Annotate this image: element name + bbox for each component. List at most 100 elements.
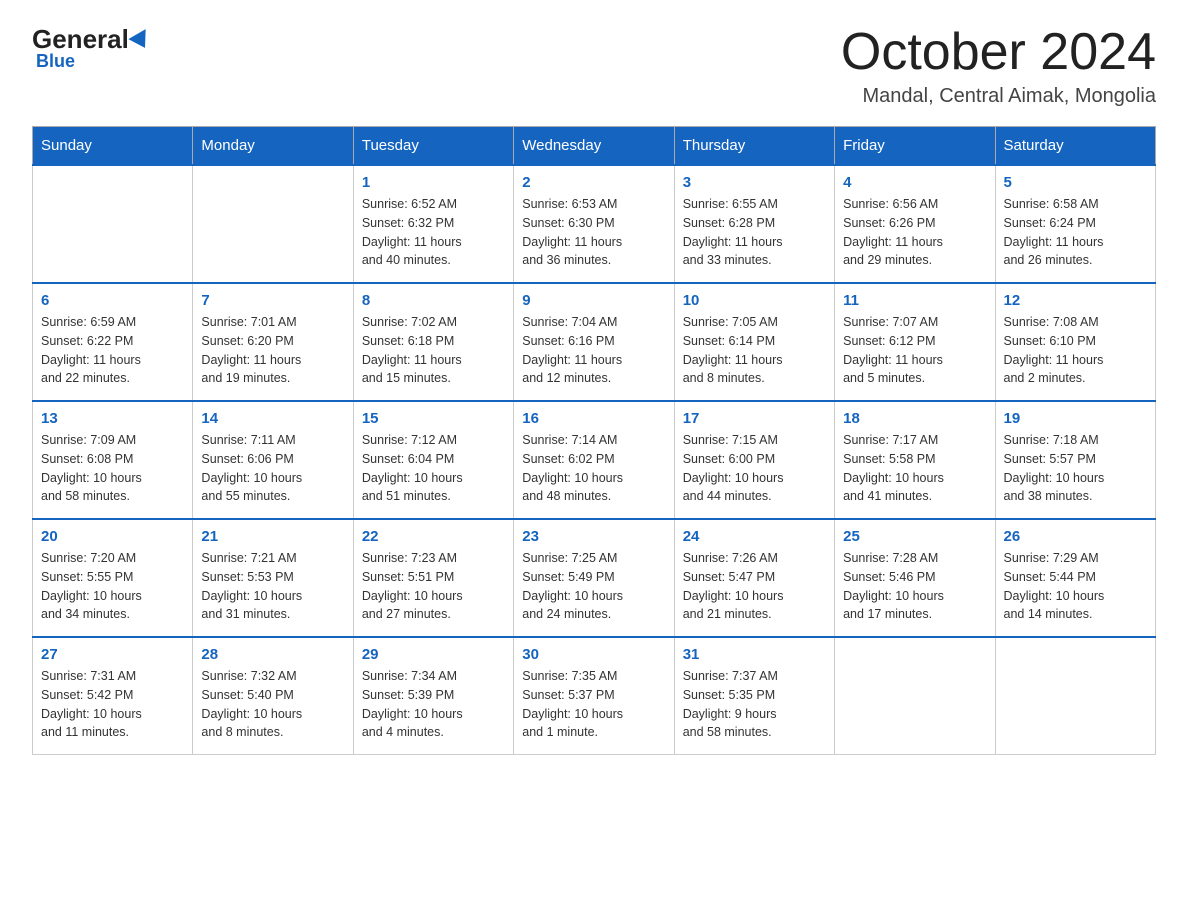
location-title: Mandal, Central Aimak, Mongolia — [841, 85, 1156, 108]
day-info: Sunrise: 7:32 AM Sunset: 5:40 PM Dayligh… — [201, 667, 344, 742]
day-number: 24 — [683, 528, 826, 545]
calendar-cell: 7 Sunrise: 7:01 AM Sunset: 6:20 PM Daylig… — [193, 283, 353, 401]
day-info: Sunrise: 6:56 AM Sunset: 6:26 PM Dayligh… — [843, 195, 986, 270]
day-number: 7 — [201, 292, 344, 309]
day-info: Sunrise: 7:01 AM Sunset: 6:20 PM Dayligh… — [201, 313, 344, 388]
day-number: 22 — [362, 528, 505, 545]
title-area: October 2024 Mandal, Central Aimak, Mong… — [841, 24, 1156, 108]
calendar-cell: 19 Sunrise: 7:18 AM Sunset: 5:57 PM Dayli… — [995, 401, 1155, 519]
day-number: 13 — [41, 410, 184, 427]
day-number: 4 — [843, 174, 986, 191]
calendar-cell: 20 Sunrise: 7:20 AM Sunset: 5:55 PM Dayli… — [33, 519, 193, 637]
calendar-cell — [995, 637, 1155, 755]
day-number: 12 — [1004, 292, 1147, 309]
day-info: Sunrise: 7:35 AM Sunset: 5:37 PM Dayligh… — [522, 667, 665, 742]
calendar-cell: 25 Sunrise: 7:28 AM Sunset: 5:46 PM Dayli… — [835, 519, 995, 637]
day-info: Sunrise: 7:23 AM Sunset: 5:51 PM Dayligh… — [362, 549, 505, 624]
day-number: 3 — [683, 174, 826, 191]
day-info: Sunrise: 7:25 AM Sunset: 5:49 PM Dayligh… — [522, 549, 665, 624]
col-monday: Monday — [193, 127, 353, 166]
calendar-cell: 6Sunrise: 6:59 AM Sunset: 6:22 PM Daylig… — [33, 283, 193, 401]
day-info: Sunrise: 7:05 AM Sunset: 6:14 PM Dayligh… — [683, 313, 826, 388]
day-info: Sunrise: 7:31 AM Sunset: 5:42 PM Dayligh… — [41, 667, 184, 742]
col-friday: Friday — [835, 127, 995, 166]
calendar-table: Sunday Monday Tuesday Wednesday Thursday… — [32, 126, 1156, 755]
day-info: Sunrise: 7:28 AM Sunset: 5:46 PM Dayligh… — [843, 549, 986, 624]
day-info: Sunrise: 7:09 AM Sunset: 6:08 PM Dayligh… — [41, 431, 184, 506]
day-info: Sunrise: 7:15 AM Sunset: 6:00 PM Dayligh… — [683, 431, 826, 506]
month-title: October 2024 — [841, 24, 1156, 81]
col-saturday: Saturday — [995, 127, 1155, 166]
day-info: Sunrise: 7:14 AM Sunset: 6:02 PM Dayligh… — [522, 431, 665, 506]
day-info: Sunrise: 6:53 AM Sunset: 6:30 PM Dayligh… — [522, 195, 665, 270]
day-info: Sunrise: 7:18 AM Sunset: 5:57 PM Dayligh… — [1004, 431, 1147, 506]
day-info: Sunrise: 6:52 AM Sunset: 6:32 PM Dayligh… — [362, 195, 505, 270]
day-number: 26 — [1004, 528, 1147, 545]
logo: General Blue — [32, 24, 151, 72]
calendar-cell: 14 Sunrise: 7:11 AM Sunset: 6:06 PM Dayli… — [193, 401, 353, 519]
calendar-cell: 2 Sunrise: 6:53 AM Sunset: 6:30 PM Daylig… — [514, 165, 674, 283]
calendar-cell: 3 Sunrise: 6:55 AM Sunset: 6:28 PM Daylig… — [674, 165, 834, 283]
day-info: Sunrise: 7:26 AM Sunset: 5:47 PM Dayligh… — [683, 549, 826, 624]
week-row-3: 13 Sunrise: 7:09 AM Sunset: 6:08 PM Dayli… — [33, 401, 1156, 519]
day-info: Sunrise: 7:17 AM Sunset: 5:58 PM Dayligh… — [843, 431, 986, 506]
col-thursday: Thursday — [674, 127, 834, 166]
day-number: 11 — [843, 292, 986, 309]
calendar-cell: 10 Sunrise: 7:05 AM Sunset: 6:14 PM Dayli… — [674, 283, 834, 401]
col-wednesday: Wednesday — [514, 127, 674, 166]
day-number: 17 — [683, 410, 826, 427]
calendar-cell: 23 Sunrise: 7:25 AM Sunset: 5:49 PM Dayli… — [514, 519, 674, 637]
day-number: 20 — [41, 528, 184, 545]
day-info: Sunrise: 7:29 AM Sunset: 5:44 PM Dayligh… — [1004, 549, 1147, 624]
calendar-cell — [835, 637, 995, 755]
day-info: Sunrise: 7:11 AM Sunset: 6:06 PM Dayligh… — [201, 431, 344, 506]
day-number: 8 — [362, 292, 505, 309]
col-sunday: Sunday — [33, 127, 193, 166]
day-info: Sunrise: 6:59 AM Sunset: 6:22 PM Dayligh… — [41, 313, 184, 388]
calendar-cell: 9Sunrise: 7:04 AM Sunset: 6:16 PM Daylig… — [514, 283, 674, 401]
day-info: Sunrise: 6:55 AM Sunset: 6:28 PM Dayligh… — [683, 195, 826, 270]
day-info: Sunrise: 7:37 AM Sunset: 5:35 PM Dayligh… — [683, 667, 826, 742]
calendar-cell: 24 Sunrise: 7:26 AM Sunset: 5:47 PM Dayli… — [674, 519, 834, 637]
day-number: 1 — [362, 174, 505, 191]
calendar-cell: 12Sunrise: 7:08 AM Sunset: 6:10 PM Dayli… — [995, 283, 1155, 401]
calendar-cell: 31Sunrise: 7:37 AM Sunset: 5:35 PM Dayli… — [674, 637, 834, 755]
day-number: 21 — [201, 528, 344, 545]
day-number: 23 — [522, 528, 665, 545]
col-tuesday: Tuesday — [353, 127, 513, 166]
week-row-1: 1 Sunrise: 6:52 AM Sunset: 6:32 PM Daylig… — [33, 165, 1156, 283]
day-info: Sunrise: 7:07 AM Sunset: 6:12 PM Dayligh… — [843, 313, 986, 388]
logo-arrow-icon — [128, 29, 153, 53]
calendar-cell: 22 Sunrise: 7:23 AM Sunset: 5:51 PM Dayli… — [353, 519, 513, 637]
calendar-cell: 28 Sunrise: 7:32 AM Sunset: 5:40 PM Dayli… — [193, 637, 353, 755]
day-info: Sunrise: 7:12 AM Sunset: 6:04 PM Dayligh… — [362, 431, 505, 506]
calendar-cell: 21 Sunrise: 7:21 AM Sunset: 5:53 PM Dayli… — [193, 519, 353, 637]
day-number: 14 — [201, 410, 344, 427]
day-number: 28 — [201, 646, 344, 663]
calendar-cell — [33, 165, 193, 283]
day-number: 2 — [522, 174, 665, 191]
day-number: 5 — [1004, 174, 1147, 191]
calendar-cell: 29Sunrise: 7:34 AM Sunset: 5:39 PM Dayli… — [353, 637, 513, 755]
day-number: 10 — [683, 292, 826, 309]
day-number: 25 — [843, 528, 986, 545]
calendar-cell: 26 Sunrise: 7:29 AM Sunset: 5:44 PM Dayli… — [995, 519, 1155, 637]
day-info: Sunrise: 7:20 AM Sunset: 5:55 PM Dayligh… — [41, 549, 184, 624]
day-info: Sunrise: 6:58 AM Sunset: 6:24 PM Dayligh… — [1004, 195, 1147, 270]
calendar-cell: 5 Sunrise: 6:58 AM Sunset: 6:24 PM Daylig… — [995, 165, 1155, 283]
day-number: 19 — [1004, 410, 1147, 427]
day-info: Sunrise: 7:21 AM Sunset: 5:53 PM Dayligh… — [201, 549, 344, 624]
calendar-cell: 30 Sunrise: 7:35 AM Sunset: 5:37 PM Dayli… — [514, 637, 674, 755]
week-row-5: 27Sunrise: 7:31 AM Sunset: 5:42 PM Dayli… — [33, 637, 1156, 755]
day-number: 30 — [522, 646, 665, 663]
calendar-cell: 8Sunrise: 7:02 AM Sunset: 6:18 PM Daylig… — [353, 283, 513, 401]
day-number: 18 — [843, 410, 986, 427]
calendar-cell: 18 Sunrise: 7:17 AM Sunset: 5:58 PM Dayli… — [835, 401, 995, 519]
calendar-cell — [193, 165, 353, 283]
day-number: 16 — [522, 410, 665, 427]
day-number: 29 — [362, 646, 505, 663]
calendar-cell: 11 Sunrise: 7:07 AM Sunset: 6:12 PM Dayli… — [835, 283, 995, 401]
logo-blue-text: Blue — [36, 51, 75, 72]
page-header: General Blue October 2024 Mandal, Centra… — [32, 24, 1156, 108]
calendar-header-row: Sunday Monday Tuesday Wednesday Thursday… — [33, 127, 1156, 166]
